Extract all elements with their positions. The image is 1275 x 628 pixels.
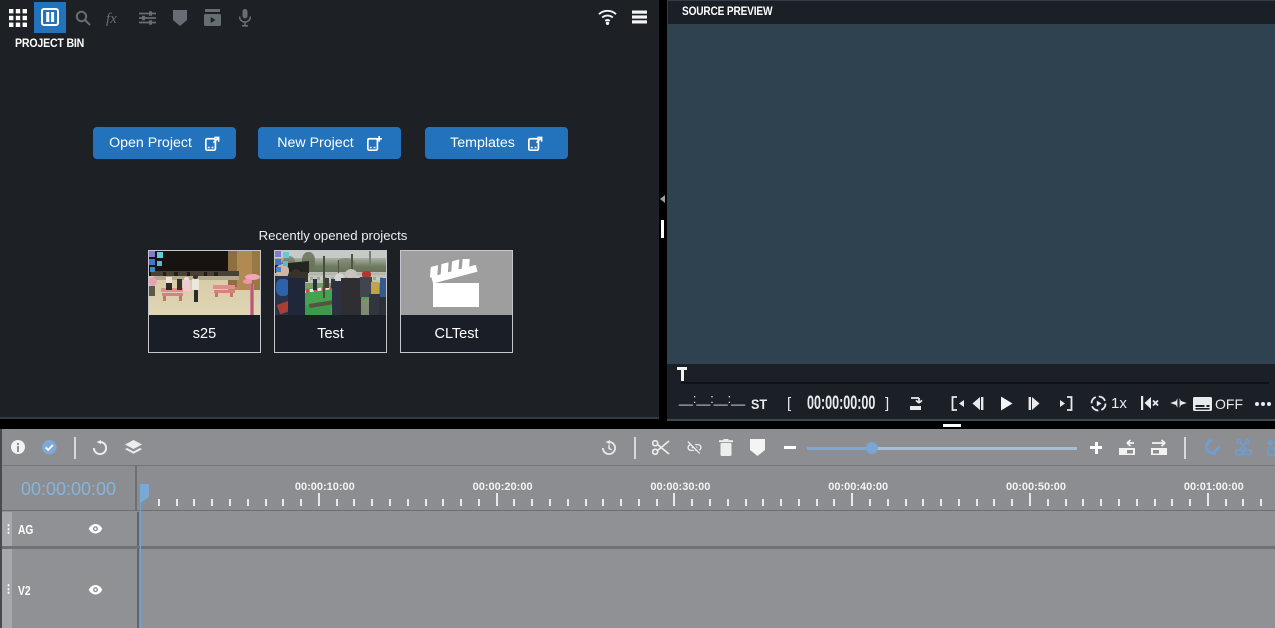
svg-text:fx: fx xyxy=(106,11,117,26)
